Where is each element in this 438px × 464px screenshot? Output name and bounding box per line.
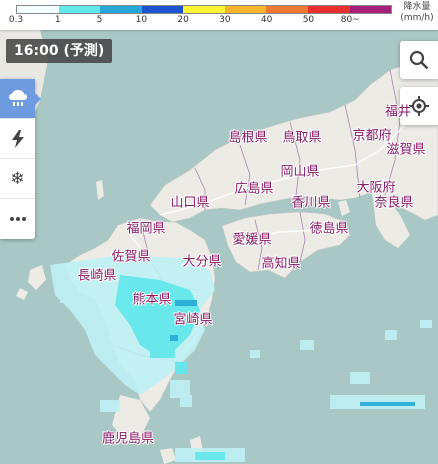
- rain-layer-button[interactable]: [0, 79, 41, 119]
- label-tokushima: 徳島県: [309, 221, 349, 237]
- legend-color-bar: [16, 5, 392, 14]
- legend-tick: 5: [96, 15, 103, 25]
- legend-unit: 降水量 (mm/h): [398, 2, 436, 24]
- label-ehime: 愛媛県: [232, 232, 272, 248]
- rain-cloud-icon: [8, 89, 27, 106]
- legend-tick: 50: [302, 15, 315, 25]
- legend-tick: 10: [135, 15, 148, 25]
- more-icon: [9, 217, 26, 221]
- forecast-time-badge: 16:00 (予測): [6, 39, 113, 63]
- label-kagawa: 香川県: [291, 195, 331, 211]
- lightning-icon: [11, 129, 24, 148]
- snowflake-icon: ❄: [10, 168, 25, 189]
- legend-ticks: 0.3 1 5 10 20 30 40 50 80~: [0, 15, 400, 27]
- search-button[interactable]: [400, 41, 438, 79]
- label-shiga: 滋賀県: [386, 142, 426, 158]
- label-hiroshima: 広島県: [234, 181, 274, 197]
- snow-layer-button[interactable]: ❄: [0, 159, 35, 199]
- search-icon: [409, 50, 429, 70]
- legend-swatch-7: [307, 6, 350, 13]
- legend-swatch-8: [349, 6, 392, 13]
- legend-tick: 40: [260, 15, 273, 25]
- legend-unit-value: (mm/h): [400, 13, 434, 23]
- label-kumamoto: 熊本県: [132, 292, 172, 308]
- legend-swatch-4: [183, 6, 225, 13]
- legend-swatch-5: [224, 6, 267, 13]
- label-kochi: 高知県: [261, 256, 301, 272]
- legend-tick: 1: [54, 15, 61, 25]
- precipitation-legend: 0.3 1 5 10 20 30 40 50 80~ 降水量 (mm/h): [0, 0, 438, 30]
- legend-swatch-3: [141, 6, 184, 13]
- legend-swatch-6: [266, 6, 308, 13]
- layer-side-menu: ❄: [0, 79, 41, 239]
- label-kagoshima: 鹿児島県: [101, 431, 155, 447]
- label-shimane: 島根県: [228, 130, 268, 146]
- label-tottori: 鳥取県: [282, 130, 322, 146]
- label-oita: 大分県: [182, 254, 222, 270]
- label-miyazaki: 宮崎県: [173, 312, 213, 328]
- legend-swatch-2: [100, 6, 142, 13]
- map-background[interactable]: [0, 0, 438, 464]
- legend-tick: 30: [219, 15, 231, 25]
- label-yamaguchi: 山口県: [170, 195, 210, 211]
- legend-swatch-0: [17, 6, 59, 13]
- more-menu-button[interactable]: [0, 199, 35, 239]
- legend-tick: 80~: [340, 15, 360, 25]
- legend-tick: 0.3: [8, 15, 24, 25]
- legend-swatch-1: [58, 6, 101, 13]
- label-saga: 佐賀県: [111, 249, 151, 265]
- lightning-layer-button[interactable]: [0, 119, 35, 159]
- location-target-icon: [409, 96, 429, 116]
- label-nara: 奈良県: [374, 195, 414, 211]
- legend-tick: 20: [177, 15, 189, 25]
- legend-unit-title: 降水量: [403, 2, 431, 12]
- label-nagasaki: 長崎県: [77, 268, 117, 284]
- label-fukui: 福井: [384, 104, 412, 120]
- label-fukuoka: 福岡県: [126, 221, 166, 237]
- label-okayama: 岡山県: [280, 164, 320, 180]
